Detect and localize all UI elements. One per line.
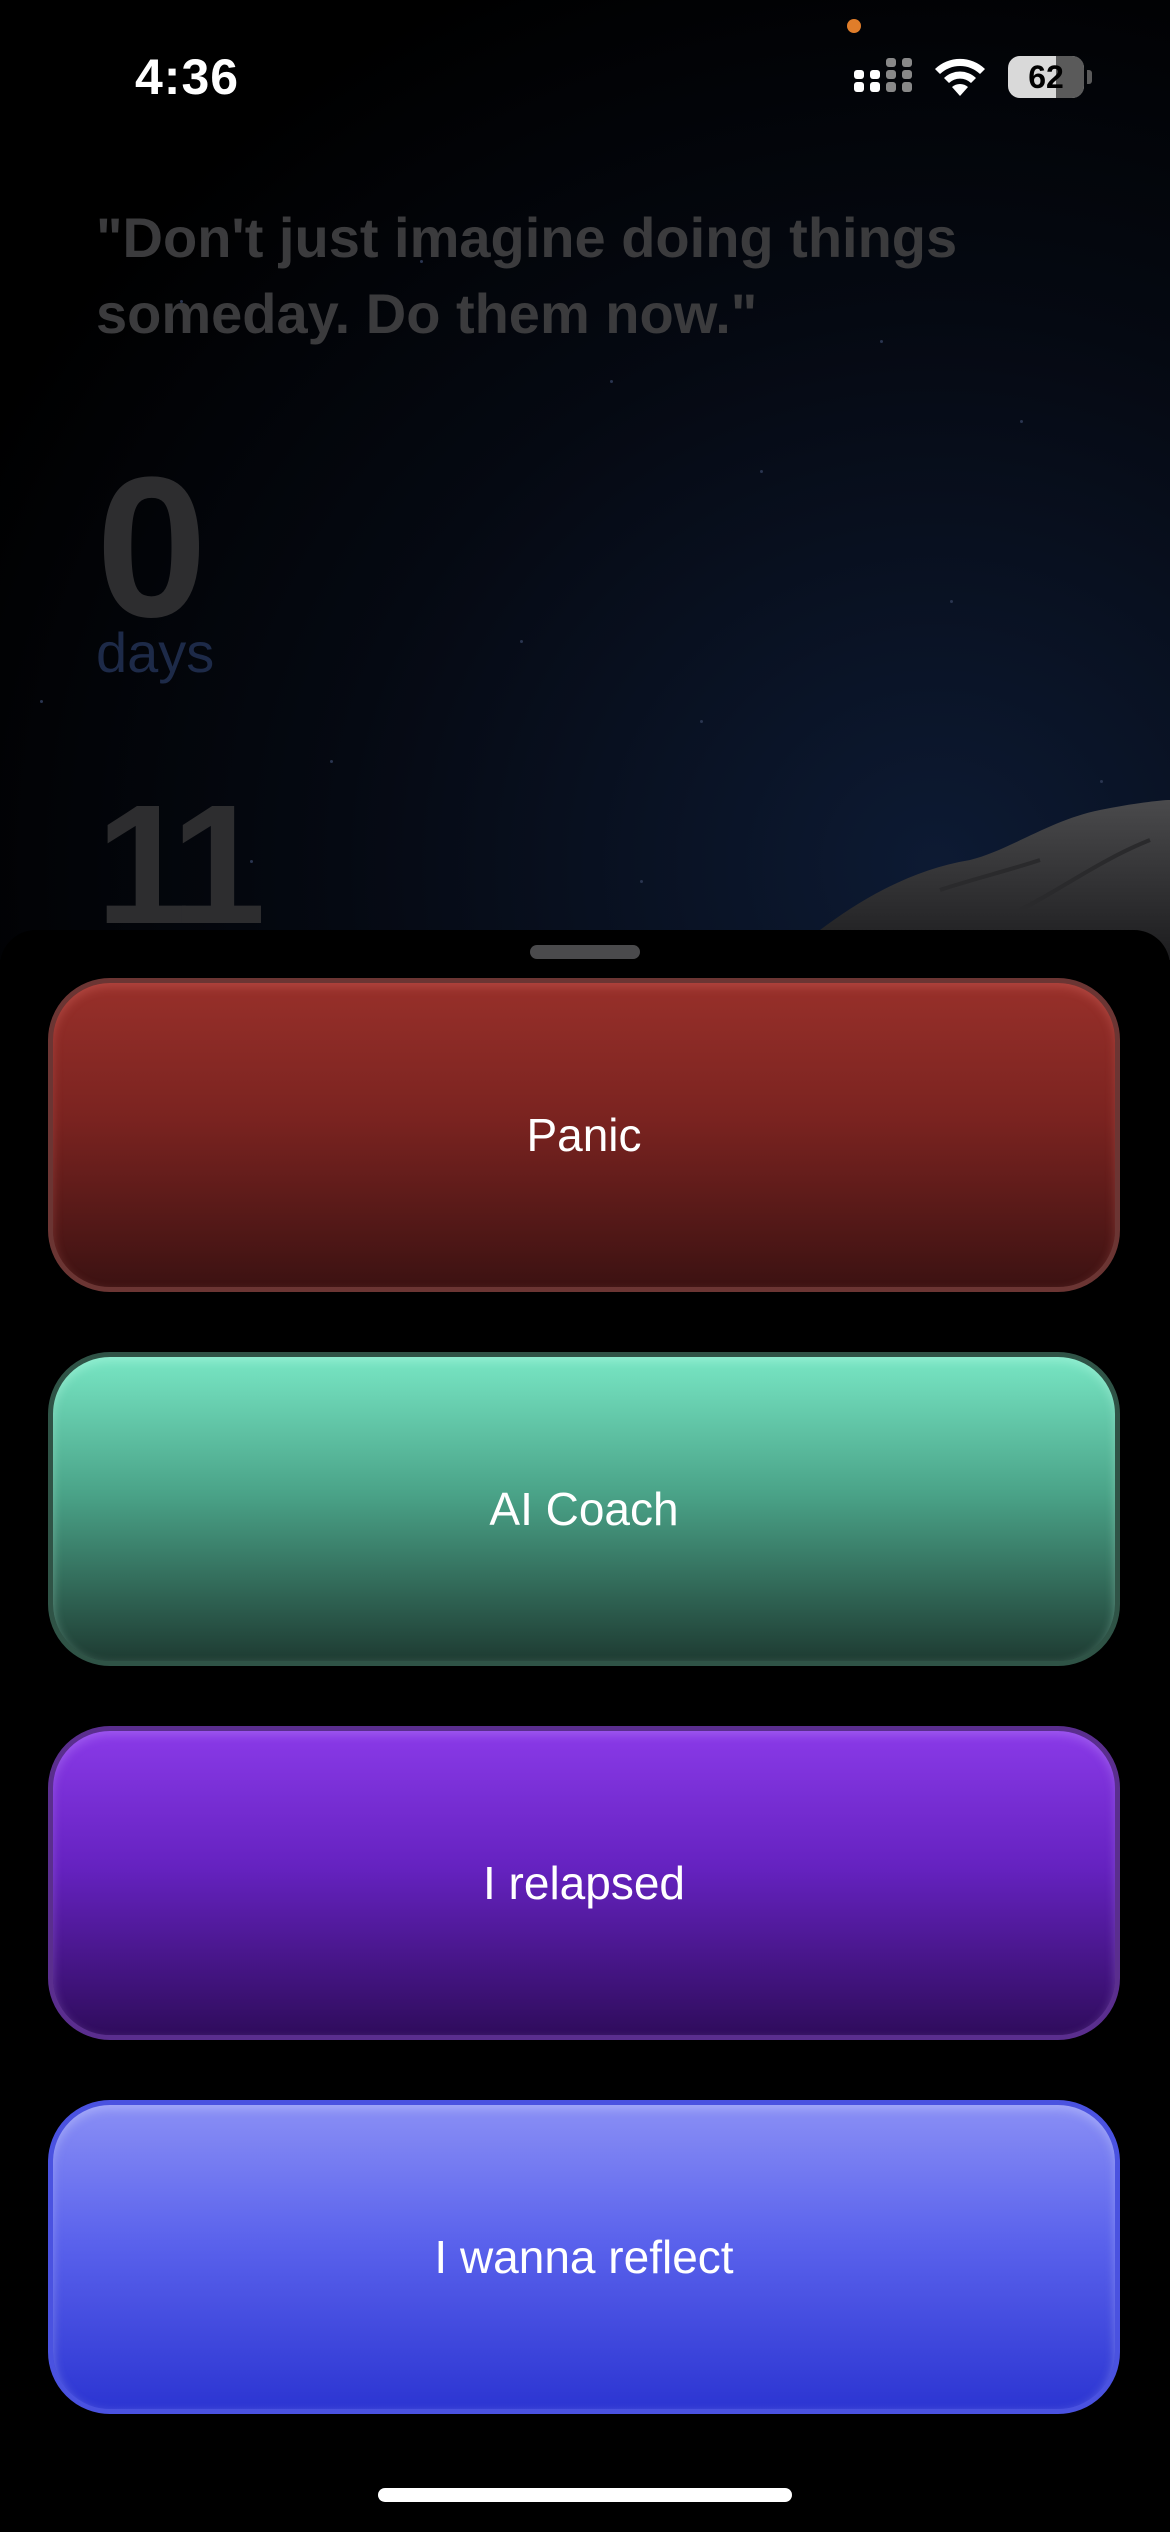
relapsed-button[interactable]: I relapsed xyxy=(48,1726,1120,2040)
battery-body: 62 xyxy=(1008,56,1084,98)
status-bar: 4:36 62 xyxy=(0,0,1170,150)
battery-level: 62 xyxy=(1028,59,1064,95)
wifi-icon xyxy=(935,58,985,96)
action-sheet: Panic AI Coach I relapsed I wanna reflec… xyxy=(0,930,1170,2532)
ai-coach-button[interactable]: AI Coach xyxy=(48,1352,1120,1666)
privacy-indicator-dot xyxy=(847,19,861,33)
panic-button[interactable]: Panic xyxy=(48,978,1120,1292)
battery-icon: 62 xyxy=(1008,56,1092,98)
motivational-quote: "Don't just imagine doing things someday… xyxy=(96,206,958,345)
streak-days-number: 0 xyxy=(96,436,208,659)
streak-days-label: days xyxy=(96,621,215,684)
home-indicator[interactable] xyxy=(378,2488,792,2502)
sheet-grabber[interactable] xyxy=(530,945,640,959)
streak-second-number: 11 xyxy=(96,770,266,960)
status-time: 4:36 xyxy=(135,49,240,105)
signal-icon xyxy=(854,58,912,92)
reflect-button[interactable]: I wanna reflect xyxy=(48,2100,1120,2414)
